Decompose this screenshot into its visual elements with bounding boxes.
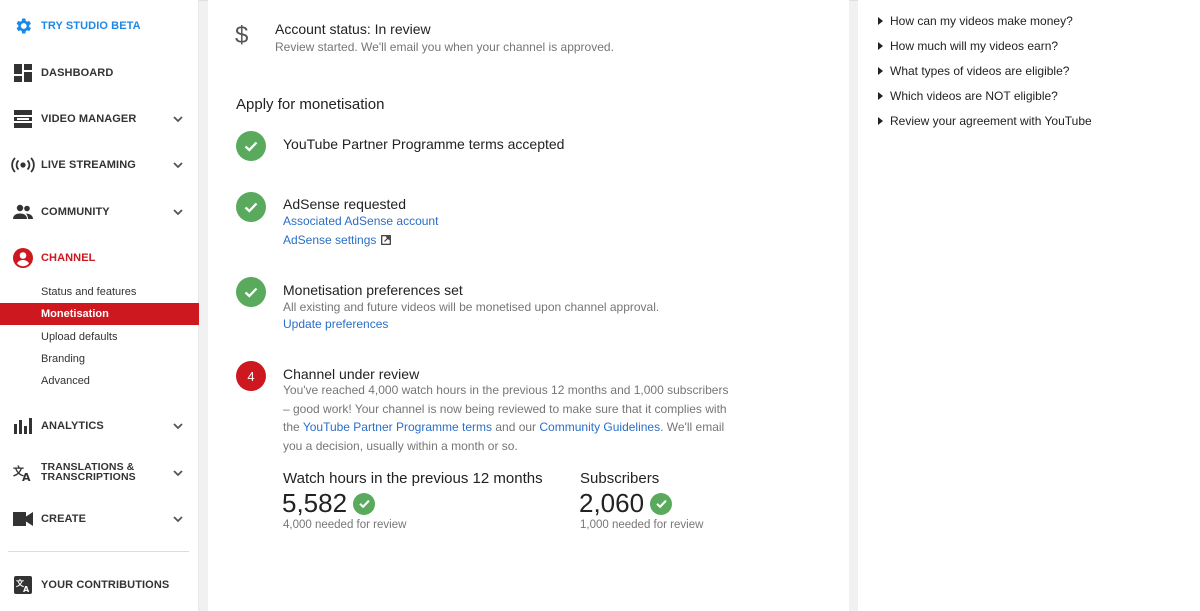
sidebar-item-label: LIVE STREAMING — [41, 158, 136, 171]
associated-adsense-link[interactable]: Associated AdSense account — [283, 214, 438, 228]
check-icon — [650, 492, 673, 515]
sidebar-item-label: ANALYTICS — [41, 419, 104, 432]
svg-text:A: A — [23, 585, 30, 594]
sidebar-item-label: DASHBOARD — [41, 66, 114, 79]
watch-hours-value: 5,582 — [282, 488, 348, 518]
dashboard-icon — [13, 63, 33, 83]
sidebar-subitem-monetisation[interactable]: Monetisation — [0, 303, 199, 325]
update-preferences-link[interactable]: Update preferences — [283, 317, 388, 331]
step-review-body: You've reached 4,000 watch hours in the … — [283, 381, 733, 455]
step-complete-check-icon — [236, 192, 266, 222]
step-review-title: Channel under review — [283, 366, 420, 382]
step-adsense-title: AdSense requested — [283, 196, 406, 212]
sidebar-item-video-manager[interactable]: VIDEO MANAGER — [0, 107, 199, 131]
help-link-label: What types of videos are eligible? — [890, 64, 1070, 78]
sidebar-item-community[interactable]: COMMUNITY — [0, 200, 199, 224]
sidebar-subitem-branding[interactable]: Branding — [0, 348, 199, 370]
chevron-down-icon[interactable] — [171, 512, 185, 526]
translate-icon: 文A — [13, 463, 33, 483]
review-body-text: and our — [492, 420, 540, 435]
sidebar-item-label-group: TRANSLATIONS & TRANSCRIPTIONS — [41, 462, 136, 483]
sidebar-item-try-studio-beta[interactable]: TRY STUDIO BETA — [0, 14, 199, 38]
people-icon — [13, 202, 33, 222]
video-camera-icon — [13, 509, 33, 529]
account-circle-icon — [13, 248, 33, 268]
expand-triangle-icon — [878, 92, 883, 100]
adsense-settings-link[interactable]: AdSense settings — [283, 233, 376, 247]
step-preferences-desc: All existing and future videos will be m… — [283, 300, 660, 314]
sidebar-item-your-contributions[interactable]: 文A YOUR CONTRIBUTIONS — [0, 573, 199, 597]
help-link[interactable]: Review your agreement with YouTube — [878, 114, 1092, 128]
sidebar-item-create[interactable]: CREATE — [0, 507, 199, 531]
sidebar-item-label: YOUR CONTRIBUTIONS — [41, 578, 170, 591]
check-icon — [353, 492, 376, 515]
adsense-settings-link-wrap[interactable]: AdSense settings — [283, 233, 392, 247]
svg-text:A: A — [22, 471, 31, 482]
chevron-down-icon[interactable] — [171, 158, 185, 172]
watch-hours-title: Watch hours in the previous 12 months — [283, 470, 543, 487]
sidebar-item-dashboard[interactable]: DASHBOARD — [0, 61, 199, 85]
partner-programme-terms-link[interactable]: YouTube Partner Programme terms — [303, 420, 492, 434]
help-link-label: How much will my videos earn? — [890, 39, 1059, 53]
gear-icon — [13, 16, 33, 36]
help-link[interactable]: How much will my videos earn? — [878, 39, 1058, 53]
translate-box-icon: 文A — [13, 575, 33, 595]
expand-triangle-icon — [878, 67, 883, 75]
sidebar-item-translations[interactable]: 文A TRANSLATIONS & TRANSCRIPTIONS — [0, 460, 199, 486]
help-link-label: Review your agreement with YouTube — [890, 114, 1092, 128]
sidebar-subitem-label: Advanced — [41, 375, 90, 387]
chevron-down-icon[interactable] — [171, 466, 185, 480]
bar-chart-icon — [13, 416, 33, 436]
sidebar-item-label: COMMUNITY — [41, 205, 110, 218]
account-status-detail: Review started. We'll email you when you… — [275, 40, 614, 54]
subscribers-title: Subscribers — [580, 470, 660, 487]
sidebar-item-label: VIDEO MANAGER — [41, 112, 137, 125]
help-link[interactable]: What types of videos are eligible? — [878, 64, 1069, 78]
expand-triangle-icon — [878, 17, 883, 25]
expand-triangle-icon — [878, 117, 883, 125]
sidebar-item-label: TRANSCRIPTIONS — [41, 471, 136, 483]
step-complete-check-icon — [236, 277, 266, 307]
sidebar-subitem-label: Monetisation — [41, 308, 109, 320]
sidebar-subitem-advanced[interactable]: Advanced — [0, 370, 199, 392]
sidebar-subitem-label: Branding — [41, 353, 86, 365]
sidebar-item-label: CREATE — [41, 512, 87, 525]
sidebar-item-analytics[interactable]: ANALYTICS — [0, 414, 199, 438]
watch-hours-requirement: 4,000 needed for review — [283, 519, 407, 531]
help-link[interactable]: How can my videos make money? — [878, 14, 1073, 28]
community-guidelines-link[interactable]: Community Guidelines — [539, 420, 660, 434]
sidebar-item-channel[interactable]: CHANNEL — [0, 246, 199, 270]
chevron-down-icon[interactable] — [171, 205, 185, 219]
sidebar-subitem-label: Upload defaults — [41, 331, 118, 343]
subscribers-value: 2,060 — [579, 488, 645, 518]
sidebar-subitem-upload-defaults[interactable]: Upload defaults — [0, 326, 199, 348]
help-link[interactable]: Which videos are NOT eligible? — [878, 89, 1058, 103]
sidebar: TRY STUDIO BETA DASHBOARD VIDEO MANAGER … — [0, 0, 199, 611]
dollar-icon: $ — [235, 22, 249, 49]
sidebar-subitem-label: Status and features — [41, 286, 137, 298]
step-number-badge: 4 — [236, 361, 266, 391]
step-preferences-title: Monetisation preferences set — [283, 282, 463, 298]
help-link-label: How can my videos make money? — [890, 14, 1073, 28]
chevron-down-icon[interactable] — [171, 112, 185, 126]
subscribers-value-row: 2,060 — [579, 488, 673, 519]
help-link-label: Which videos are NOT eligible? — [890, 89, 1058, 103]
apply-heading: Apply for monetisation — [236, 96, 385, 113]
external-link-icon — [381, 235, 392, 245]
expand-triangle-icon — [878, 42, 883, 50]
step-complete-check-icon — [236, 131, 266, 161]
account-status: Account status: In review — [275, 21, 431, 37]
subscribers-requirement: 1,000 needed for review — [580, 519, 704, 531]
chevron-down-icon[interactable] — [171, 419, 185, 433]
step-terms-title: YouTube Partner Programme terms accepted — [283, 136, 565, 152]
live-streaming-icon — [11, 155, 35, 175]
watch-hours-value-row: 5,582 — [282, 488, 376, 519]
sidebar-item-label: CHANNEL — [41, 251, 96, 264]
sidebar-item-label: TRY STUDIO BETA — [41, 19, 141, 32]
sidebar-item-live-streaming[interactable]: LIVE STREAMING — [0, 153, 199, 177]
sidebar-subitem-status-and-features[interactable]: Status and features — [0, 281, 199, 303]
video-manager-icon — [13, 109, 33, 129]
sidebar-divider — [8, 551, 189, 552]
